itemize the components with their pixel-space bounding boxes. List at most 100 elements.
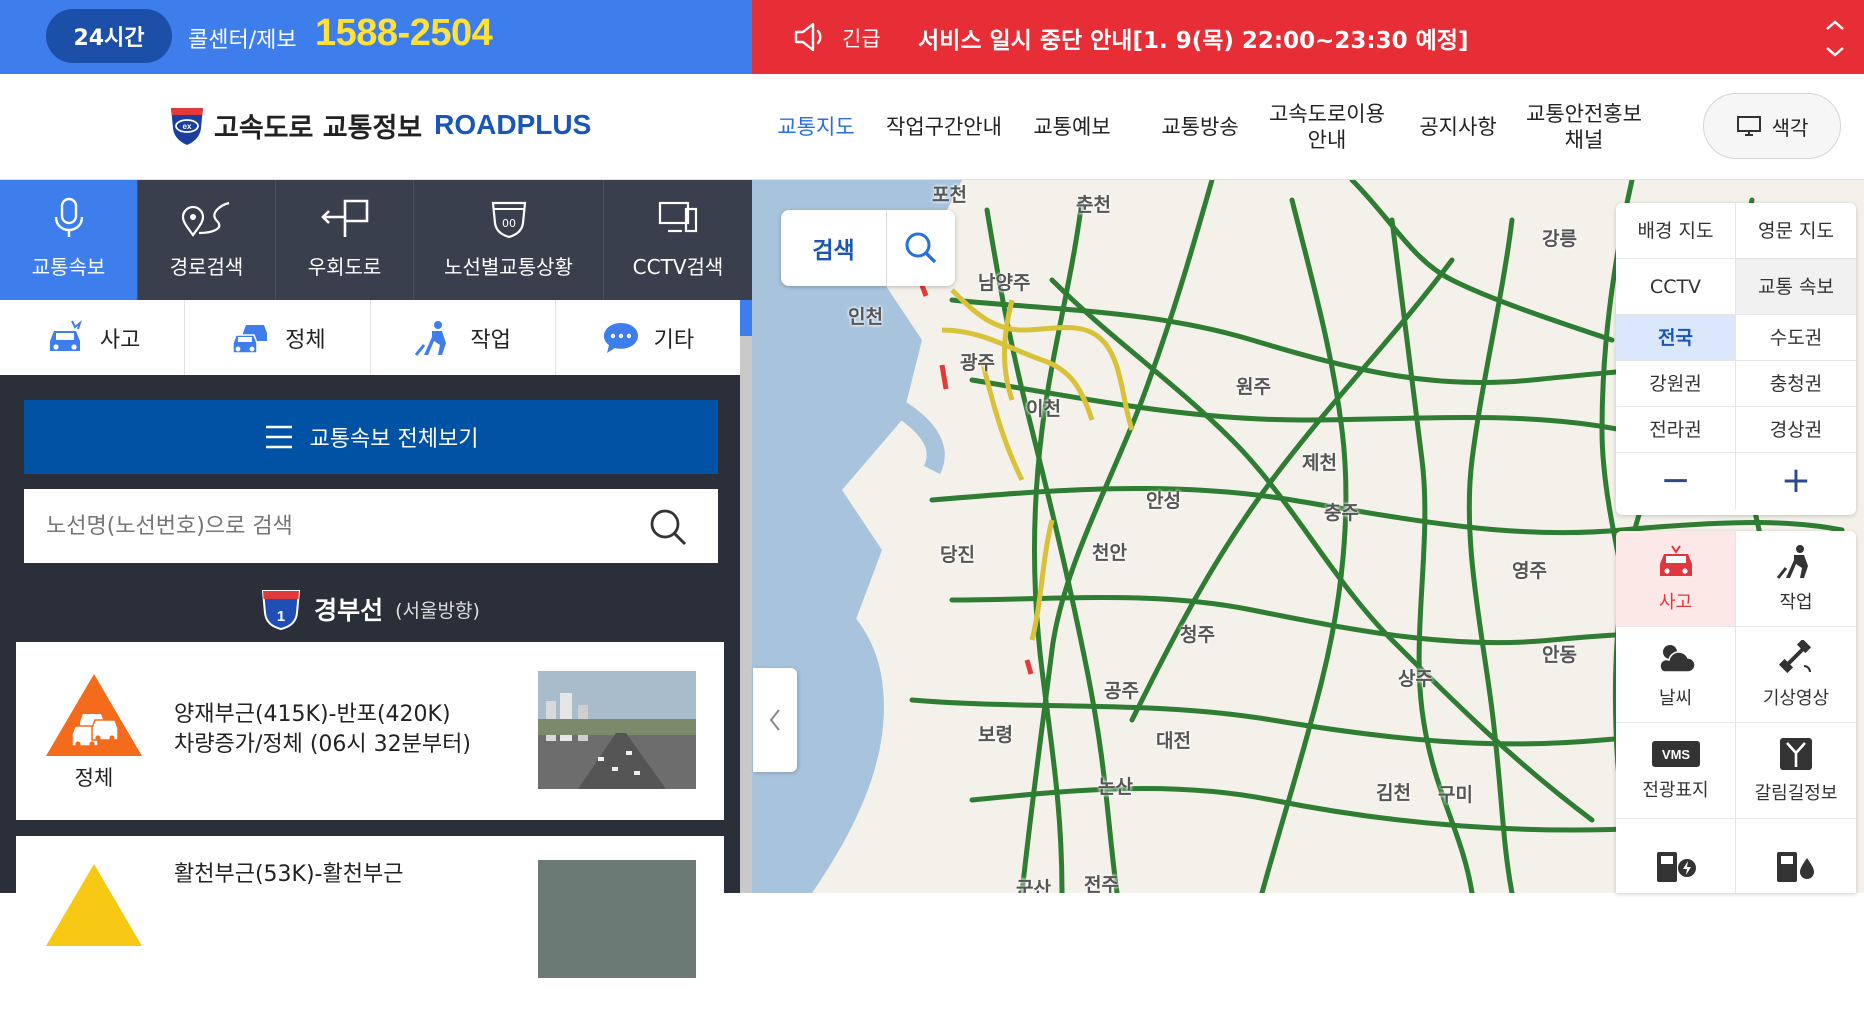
map-place-label: 안동: [1542, 644, 1577, 666]
map-place-label: 보령: [978, 724, 1013, 746]
notice-text[interactable]: 서비스 일시 중단 안내[1. 9(목) 22:00~23:30 예정]: [918, 21, 1468, 55]
region-jeolla[interactable]: 전라권: [1616, 407, 1736, 453]
site-header: ex 고속도로 교통정보 ROADPLUS 교통지도 작업구간안내 교통예보 교…: [0, 74, 1864, 180]
site-logo[interactable]: ex 고속도로 교통정보 ROADPLUS: [168, 104, 591, 146]
route-name: 경부선: [314, 596, 384, 625]
route-heading: 1 경부선 (서울방향): [0, 584, 740, 634]
category-congestion[interactable]: 정체: [185, 300, 371, 375]
tool-label: 사고: [1658, 591, 1693, 613]
region-nationwide[interactable]: 전국: [1616, 315, 1736, 361]
nav-traffic-broadcast[interactable]: 교통방송: [1150, 74, 1250, 180]
category-filter: 사고 정체 작업 기타: [0, 300, 740, 375]
tool-ev-charging[interactable]: [1616, 819, 1736, 893]
map-place-label: 춘천: [1076, 194, 1111, 216]
urgent-notice-bar: 긴급 서비스 일시 중단 안내[1. 9(목) 22:00~23:30 예정]: [752, 0, 1864, 74]
vms-sign-icon: VMS: [1651, 740, 1700, 767]
tab-label: 우회도로: [307, 255, 382, 279]
svg-text:00: 00: [502, 217, 516, 230]
microphone-icon: [54, 197, 83, 237]
tab-route-status[interactable]: 00 노선별교통상황: [414, 180, 604, 300]
tool-junction[interactable]: 갈림길정보: [1736, 723, 1856, 819]
tab-traffic-news[interactable]: 교통속보: [0, 180, 138, 300]
nav-traffic-map[interactable]: 교통지도: [770, 74, 862, 180]
tab-label: 경로검색: [169, 255, 244, 279]
incident-card[interactable]: 정체 양재부근(415K)-반포(420K) 차량증가/정체 (06시 32분부…: [16, 642, 724, 820]
region-chungcheong[interactable]: 충청권: [1736, 361, 1856, 407]
tool-weather-radar[interactable]: 기상영상: [1736, 627, 1856, 723]
route-search-input[interactable]: [24, 489, 644, 563]
control-english-map[interactable]: 영문 지도: [1736, 203, 1856, 259]
logo-english-text: ROADPLUS: [434, 109, 592, 140]
nav-expressway-guide[interactable]: 고속도로이용 안내: [1262, 74, 1392, 180]
tool-weather[interactable]: 날씨: [1616, 627, 1736, 723]
tab-detour[interactable]: 우회도로: [276, 180, 414, 300]
tool-vms[interactable]: VMS 전광표지: [1616, 723, 1736, 819]
map-place-label: 충주: [1324, 502, 1359, 524]
nav-notices[interactable]: 공지사항: [1408, 74, 1508, 180]
svg-text:VMS: VMS: [1661, 747, 1690, 762]
category-other[interactable]: 기타: [556, 300, 740, 375]
category-accident[interactable]: 사고: [0, 300, 186, 375]
view-all-button[interactable]: 교통속보 전체보기: [24, 400, 718, 474]
incident-card[interactable]: 활천부근(53K)-활천부근: [16, 836, 724, 1014]
control-cctv[interactable]: CCTV: [1616, 259, 1736, 315]
tab-label: 교통속보: [31, 255, 106, 279]
nav-work-zone[interactable]: 작업구간안내: [878, 74, 1010, 180]
svg-text:ex: ex: [183, 122, 192, 131]
region-capital[interactable]: 수도권: [1736, 315, 1856, 361]
map-tool-panel: 사고 작업 날씨 기상영상 VMS 전광표지 갈림길정보: [1616, 531, 1856, 893]
tool-work[interactable]: 작업: [1736, 531, 1856, 627]
map-place-label: 상주: [1398, 668, 1433, 690]
zoom-in-button[interactable]: +: [1736, 453, 1856, 509]
chat-bubble-icon: [603, 322, 638, 353]
cctv-thumbnail[interactable]: [538, 671, 696, 789]
nav-traffic-forecast[interactable]: 교통예보: [1026, 74, 1118, 180]
nav-safety-channel[interactable]: 교통안전홍보 채널: [1520, 74, 1648, 180]
map-search-label[interactable]: 검색: [781, 210, 887, 286]
control-base-map[interactable]: 배경 지도: [1616, 203, 1736, 259]
map-place-label: 안성: [1146, 490, 1181, 512]
callcenter-bar: 24시간 콜센터/제보 1588-2504: [0, 0, 752, 74]
tab-label: 노선별교통상황: [444, 255, 573, 279]
car-accident-icon: [49, 319, 82, 351]
monitor-icon: [1736, 116, 1761, 136]
search-icon: [905, 232, 937, 264]
map-place-label: 인천: [848, 306, 883, 328]
map-place-label: 전주: [1084, 874, 1119, 893]
zoom-out-button[interactable]: −: [1616, 453, 1736, 509]
category-work[interactable]: 작업: [371, 300, 556, 375]
junction-sign-icon: [1780, 737, 1812, 770]
panel-scrollbar[interactable]: [740, 300, 752, 893]
control-traffic-news[interactable]: 교통 속보: [1736, 259, 1856, 315]
weather-icon: [1658, 644, 1696, 673]
speaker-icon: [794, 22, 822, 52]
route-pin-icon: [181, 201, 229, 237]
incident-location: 양재부근(415K)-반포(420K): [174, 702, 451, 727]
incident-text: 양재부근(415K)-반포(420K) 차량증가/정체 (06시 32분부터): [174, 700, 471, 760]
road-worker-icon: [415, 320, 447, 356]
fuel-station-icon: [1777, 851, 1814, 882]
scrollbar-thumb[interactable]: [740, 300, 752, 336]
search-icon[interactable]: [648, 507, 688, 547]
route-shield-icon: 1: [262, 590, 301, 631]
region-gyeongsang[interactable]: 경상권: [1736, 407, 1856, 453]
tab-route-search[interactable]: 경로검색: [138, 180, 276, 300]
chevron-left-icon: [769, 709, 780, 731]
panel-collapse-button[interactable]: [753, 668, 797, 772]
map-search-button[interactable]: [887, 210, 955, 286]
map-place-label: 남양주: [978, 272, 1031, 294]
phone-number[interactable]: 1588-2504: [315, 12, 493, 55]
cctv-monitor-icon: [658, 201, 698, 233]
region-gangwon[interactable]: 강원권: [1616, 361, 1736, 407]
tool-label: 전광표지: [1642, 779, 1709, 801]
notice-scroll-arrows-icon[interactable]: [1820, 10, 1850, 64]
cctv-thumbnail[interactable]: [538, 860, 696, 978]
view-all-label: 교통속보 전체보기: [309, 427, 479, 452]
tool-hydrogen-charging[interactable]: [1736, 819, 1856, 893]
map-place-label: 군산: [1016, 878, 1051, 893]
map-layer-controls: 배경 지도 영문 지도 CCTV 교통 속보 전국 수도권 강원권 충청권 전라…: [1616, 203, 1856, 515]
tab-cctv-search[interactable]: CCTV검색: [604, 180, 752, 300]
map-place-label: 당진: [940, 544, 975, 566]
tool-accident[interactable]: 사고: [1616, 531, 1736, 627]
color-vision-button[interactable]: 색각: [1703, 93, 1841, 159]
